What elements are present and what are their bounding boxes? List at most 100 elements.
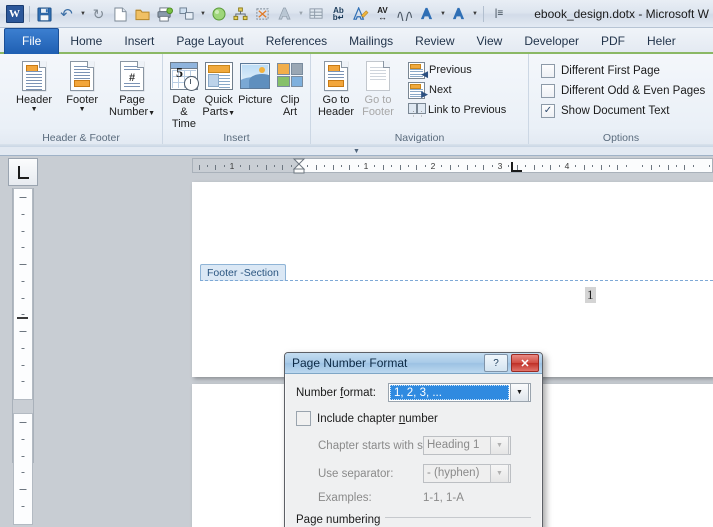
ruler-tick (533, 165, 535, 170)
ribbon-tab-strip[interactable]: File Home Insert Page Layout References … (0, 28, 713, 54)
chevron-down-icon[interactable]: ▼ (510, 383, 529, 402)
shrink-font-dropdown-icon[interactable]: ▼ (470, 3, 479, 25)
ruler-tick (424, 165, 426, 167)
quick-parts-button[interactable]: Quick Parts▼ (201, 57, 237, 120)
ruler-tick (550, 165, 552, 170)
save-icon[interactable] (34, 3, 55, 25)
different-first-page-label: Different First Page (561, 65, 660, 77)
tab-developer[interactable]: Developer (513, 28, 590, 54)
include-chapter-label-part2: umber (405, 412, 438, 425)
picture-button-label: Picture (238, 94, 273, 106)
quick-parts-dropdown-icon[interactable]: ▼ (228, 110, 235, 117)
shrink-font-icon[interactable] (448, 3, 469, 25)
hierarchy-icon[interactable] (230, 3, 251, 25)
page-number-dropdown-icon[interactable]: ▼ (148, 110, 155, 117)
go-to-footer-button[interactable]: Go to Footer (357, 57, 399, 118)
different-odd-even-option[interactable]: Different Odd & Even Pages (541, 81, 705, 101)
tab-home[interactable]: Home (59, 28, 113, 54)
tab-pdf[interactable]: PDF (590, 28, 636, 54)
page-number-format-dialog[interactable]: Page Number Format ? ✕ Number format: 1,… (284, 352, 543, 527)
header-button[interactable]: Header ▼ (10, 57, 58, 113)
page-number-field[interactable]: 1 (585, 287, 596, 303)
next-button[interactable]: ▶ Next (405, 80, 509, 100)
number-format-combobox[interactable]: 1, 2, 3, ... ▼ (388, 383, 531, 402)
table-icon[interactable] (306, 3, 327, 25)
help-button[interactable]: ? (484, 354, 508, 372)
date-time-icon: 5 (168, 60, 200, 92)
first-line-indent-marker[interactable] (292, 158, 306, 179)
new-document-icon[interactable] (110, 3, 131, 25)
change-case-icon[interactable]: Ab b↵ (328, 3, 349, 25)
picture-button[interactable]: Picture (237, 57, 274, 106)
different-odd-even-checkbox[interactable] (541, 84, 555, 98)
organization-chart-dropdown-icon[interactable]: ▼ (198, 3, 207, 25)
close-button[interactable]: ✕ (511, 354, 539, 372)
show-document-text-checkbox[interactable]: ✓ (541, 104, 555, 118)
quick-access-toolbar[interactable]: W ↶ ▼ ↻ ▼ ▼ Ab b↵ AV ↔ ▼ ▼ |≡ (4, 2, 509, 26)
date-time-button[interactable]: 5 Date & Time (167, 57, 201, 130)
link-to-previous-button[interactable]: ⋮⋮ Link to Previous (405, 100, 509, 120)
tab-mailings[interactable]: Mailings (338, 28, 404, 54)
resize-object-icon[interactable] (252, 3, 273, 25)
print-preview-icon[interactable] (154, 3, 175, 25)
text-highlight-icon[interactable] (350, 3, 371, 25)
chapter-style-combobox[interactable]: Heading 1 ▼ (423, 436, 511, 455)
organization-chart-icon[interactable] (176, 3, 197, 25)
tab-references[interactable]: References (255, 28, 338, 54)
clip-art-button[interactable]: Clip Art (274, 57, 306, 118)
header-dropdown-icon[interactable]: ▼ (16, 106, 52, 113)
tab-file[interactable]: File (4, 28, 60, 54)
ribbon-collapse-bar[interactable]: ▼ (0, 147, 713, 156)
include-chapter-number-row[interactable]: Include chapter number (296, 411, 531, 426)
picture-icon (239, 60, 271, 92)
character-spacing-icon[interactable]: AV ↔ (372, 3, 393, 25)
vertical-ruler-tick (21, 455, 25, 457)
date-time-label-line2: & Time (171, 106, 196, 130)
footer-button[interactable]: Footer ▼ (58, 57, 106, 113)
different-first-page-option[interactable]: Different First Page (541, 61, 705, 81)
go-to-header-icon (320, 60, 352, 92)
tab-review[interactable]: Review (404, 28, 465, 54)
tab-heler[interactable]: Heler (636, 28, 687, 54)
undo-dropdown-icon[interactable]: ▼ (78, 3, 87, 25)
ruler-tick (273, 165, 275, 167)
show-document-text-option[interactable]: ✓ Show Document Text (541, 101, 705, 121)
text-effect-dropdown-icon[interactable]: ▼ (296, 3, 305, 25)
text-effect-icon[interactable] (274, 3, 295, 25)
ruler-tick (608, 165, 610, 167)
chevron-down-icon[interactable]: ▼ (353, 148, 360, 155)
tab-view[interactable]: View (466, 28, 514, 54)
dialog-title-bar[interactable]: Page Number Format ? ✕ (285, 353, 542, 374)
document-page-1[interactable]: Footer -Section 1 (192, 182, 713, 377)
chevron-down-icon[interactable]: ▼ (490, 464, 509, 483)
wavy-text-icon[interactable] (394, 3, 415, 25)
different-first-page-checkbox[interactable] (541, 64, 555, 78)
include-chapter-number-checkbox[interactable] (296, 411, 311, 426)
tab-page-layout[interactable]: Page Layout (165, 28, 254, 54)
footer-button-label: Footer (66, 94, 99, 106)
tab-insert[interactable]: Insert (113, 28, 165, 54)
ruler-tick (382, 165, 384, 170)
open-folder-icon[interactable] (132, 3, 153, 25)
separator-combobox[interactable]: - (hyphen) ▼ (423, 464, 511, 483)
go-to-header-button[interactable]: Go to Header (315, 57, 357, 118)
number-format-label: Number format: (296, 387, 388, 399)
grow-font-dropdown-icon[interactable]: ▼ (438, 3, 447, 25)
green-sphere-icon[interactable] (208, 3, 229, 25)
word-logo-icon[interactable]: W (4, 3, 25, 25)
ruler-tick (592, 165, 594, 167)
ruler-inch-label: 4 (564, 161, 570, 171)
previous-button[interactable]: ◀ Previous (405, 60, 509, 80)
vertical-ruler[interactable] (12, 188, 34, 525)
tab-stop-selector[interactable] (8, 158, 38, 186)
customize-qat-icon[interactable]: |≡ (488, 3, 509, 25)
redo-icon[interactable]: ↻ (88, 3, 109, 25)
close-icon: ✕ (520, 357, 530, 370)
vertical-ruler-tick (21, 364, 25, 366)
chevron-down-icon[interactable]: ▼ (490, 436, 509, 455)
page-number-button[interactable]: # Page Number▼ (106, 57, 158, 120)
grow-font-icon[interactable] (416, 3, 437, 25)
undo-icon[interactable]: ↶ (56, 3, 77, 25)
horizontal-ruler[interactable]: 1 1 2 3 4 (192, 158, 713, 174)
footer-dropdown-icon[interactable]: ▼ (66, 106, 98, 113)
